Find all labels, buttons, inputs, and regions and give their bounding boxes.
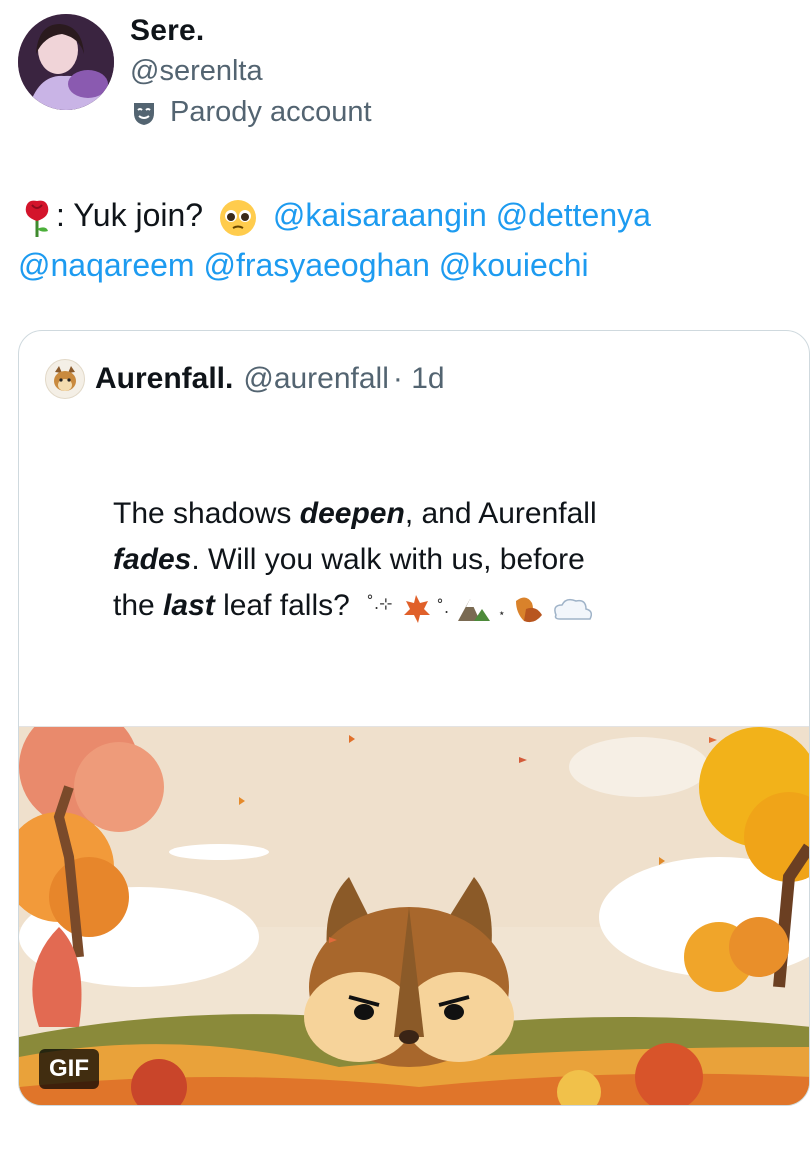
quote-text-part: the xyxy=(113,589,164,622)
mention-kouiechi[interactable]: @kouiechi xyxy=(439,247,589,283)
quote-handle[interactable]: @aurenfall xyxy=(243,362,389,396)
autumn-emoji-string: ˚.⊹ ˚. ⋆ xyxy=(366,594,593,624)
mention-kaisaraangin[interactable]: @kaisaraangin xyxy=(273,197,487,233)
autumn-gif[interactable]: GIF xyxy=(19,726,809,1105)
tweet-text: : Yuk join? @kaisaraangin @dettenya @naq… xyxy=(18,190,798,290)
quote-text-emphasis: deepen xyxy=(299,497,405,530)
quote-time[interactable]: · 1d xyxy=(393,362,445,396)
quote-text-part: leaf falls? xyxy=(214,589,350,622)
svg-text:⋆: ⋆ xyxy=(498,606,506,620)
quote-text-emphasis: fades xyxy=(113,543,192,576)
mask-icon xyxy=(134,102,154,125)
mention-frasyaeoghan[interactable]: @frasyaeoghan xyxy=(203,247,429,283)
quote-text-emphasis: last xyxy=(163,589,215,622)
tweet-page: Sere. @serenlta Parody account : Yuk joi… xyxy=(0,0,812,1151)
pleading-face-icon xyxy=(219,199,256,236)
mention-dettenya[interactable]: @dettenya xyxy=(496,197,651,233)
quote-text: The shadows deepen, and Aurenfall fades.… xyxy=(113,491,733,629)
quote-header: Aurenfall. @aurenfall · 1d xyxy=(45,359,445,399)
avatar[interactable] xyxy=(18,14,114,110)
quote-text-part: . Will you walk with us, before xyxy=(191,543,585,576)
quote-text-part: The shadows xyxy=(113,497,300,530)
squirrel-autumn-illustration xyxy=(19,727,809,1105)
quote-tweet-card[interactable]: Aurenfall. @aurenfall · 1d The shadows d… xyxy=(18,330,810,1106)
quote-display-name[interactable]: Aurenfall. xyxy=(95,362,233,396)
mention-naqareem[interactable]: @naqareem xyxy=(18,247,195,283)
svg-text:˚.⊹: ˚.⊹ xyxy=(366,594,393,613)
parody-label: Parody account xyxy=(170,96,372,128)
tweet-prefix: : Yuk join? xyxy=(56,197,204,233)
svg-text:˚.: ˚. xyxy=(436,598,449,617)
display-name[interactable]: Sere. xyxy=(130,14,204,48)
gif-badge: GIF xyxy=(39,1049,99,1089)
squirrel-icon xyxy=(54,366,76,391)
quote-avatar[interactable] xyxy=(45,359,85,399)
user-handle[interactable]: @serenlta xyxy=(130,55,263,88)
rose-icon xyxy=(25,200,49,237)
parody-badge: Parody account xyxy=(130,96,372,129)
quote-text-part: , and Aurenfall xyxy=(404,497,597,530)
